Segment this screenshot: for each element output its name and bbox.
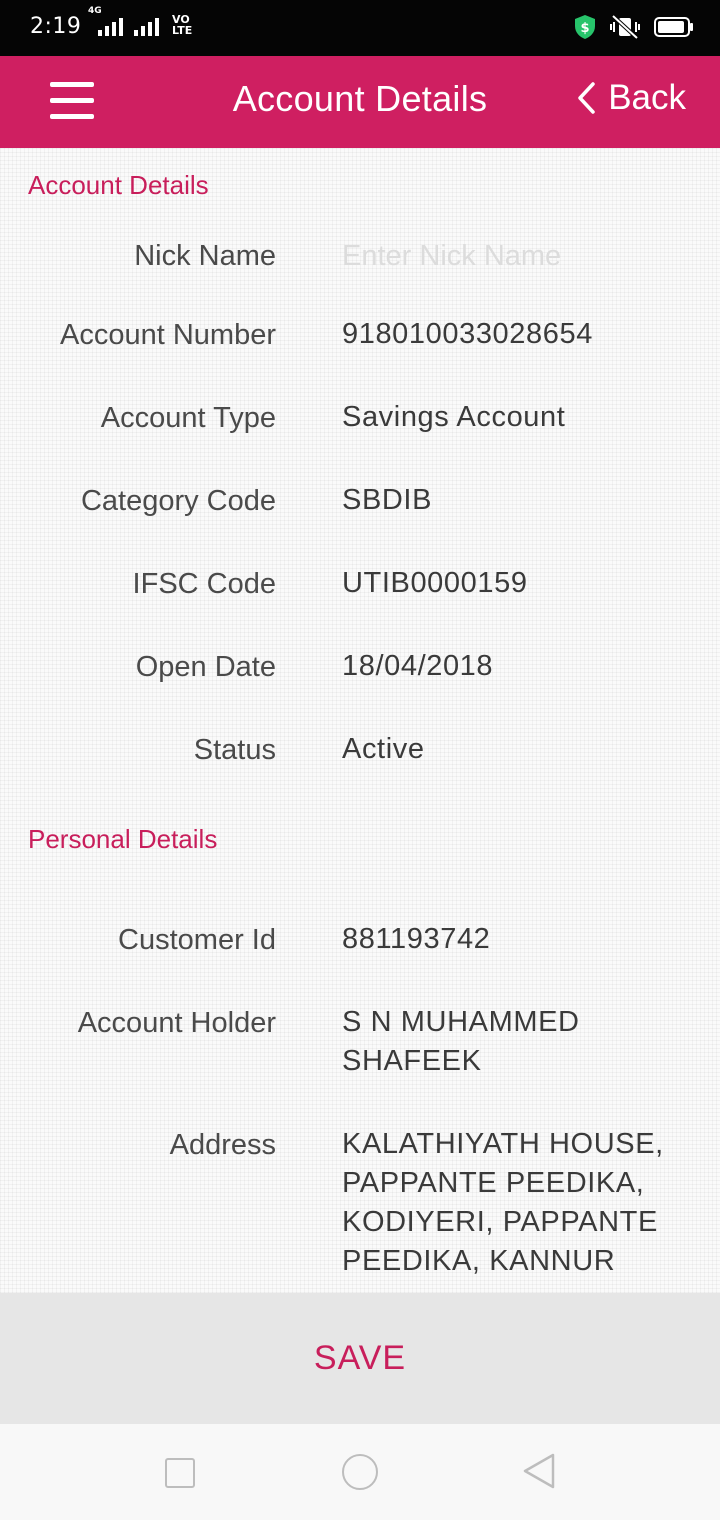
- back-label: Back: [608, 78, 686, 117]
- customer-id-label: Customer Id: [118, 924, 276, 956]
- status-time: 2:19: [30, 14, 82, 39]
- account-section-title: Account Details: [28, 170, 209, 200]
- svg-text:$: $: [580, 21, 589, 36]
- account-details-content[interactable]: Account Details Nick Name Account Number…: [0, 148, 720, 1293]
- circle-icon[interactable]: [342, 1454, 378, 1490]
- triangle-back-icon[interactable]: [522, 1452, 556, 1494]
- volte-indicator: VO LTE: [172, 13, 193, 37]
- square-icon[interactable]: [165, 1458, 195, 1488]
- shield-dollar-icon: $: [574, 14, 596, 44]
- status-value: Active: [342, 733, 425, 765]
- system-navigation-bar: [0, 1424, 720, 1520]
- battery-icon: [654, 16, 694, 42]
- category-code-label: Category Code: [80, 485, 276, 517]
- account-number-label: Account Number: [60, 319, 276, 351]
- personal-section-title: Personal Details: [28, 824, 218, 854]
- app-header: Account Details Back: [0, 56, 720, 148]
- address-label: Address: [169, 1129, 276, 1161]
- save-button[interactable]: SAVE: [274, 1329, 446, 1388]
- status-label: Status: [193, 734, 276, 766]
- back-button[interactable]: Back: [576, 78, 686, 118]
- account-holder-value: S N MUHAMMED SHAFEEK: [342, 1006, 580, 1077]
- network-type: 4G: [88, 6, 102, 16]
- open-date-value: 18/04/2018: [342, 650, 494, 682]
- account-type-value: Savings Account: [342, 401, 566, 433]
- account-number-value: 918010033028654: [342, 318, 593, 350]
- account-holder-label: Account Holder: [77, 1007, 276, 1039]
- vibrate-mute-icon: [610, 14, 640, 44]
- category-code-value: SBDIB: [342, 484, 433, 516]
- open-date-label: Open Date: [135, 651, 276, 683]
- chevron-left-icon: [578, 82, 595, 114]
- status-bar: 2:19 4G VO LTE $: [0, 0, 720, 56]
- signal-icon: [98, 18, 123, 36]
- customer-id-value: 881193742: [342, 923, 491, 955]
- signal-icon-2: [134, 18, 159, 36]
- nick-name-input[interactable]: [342, 236, 682, 276]
- address-value: KALATHIYATH HOUSE, PAPPANTE PEEDIKA, KOD…: [342, 1128, 664, 1277]
- ifsc-code-label: IFSC Code: [132, 568, 276, 600]
- account-type-label: Account Type: [100, 402, 276, 434]
- ifsc-code-value: UTIB0000159: [342, 567, 528, 599]
- save-bar: SAVE: [0, 1293, 720, 1424]
- nick-name-label: Nick Name: [134, 240, 276, 272]
